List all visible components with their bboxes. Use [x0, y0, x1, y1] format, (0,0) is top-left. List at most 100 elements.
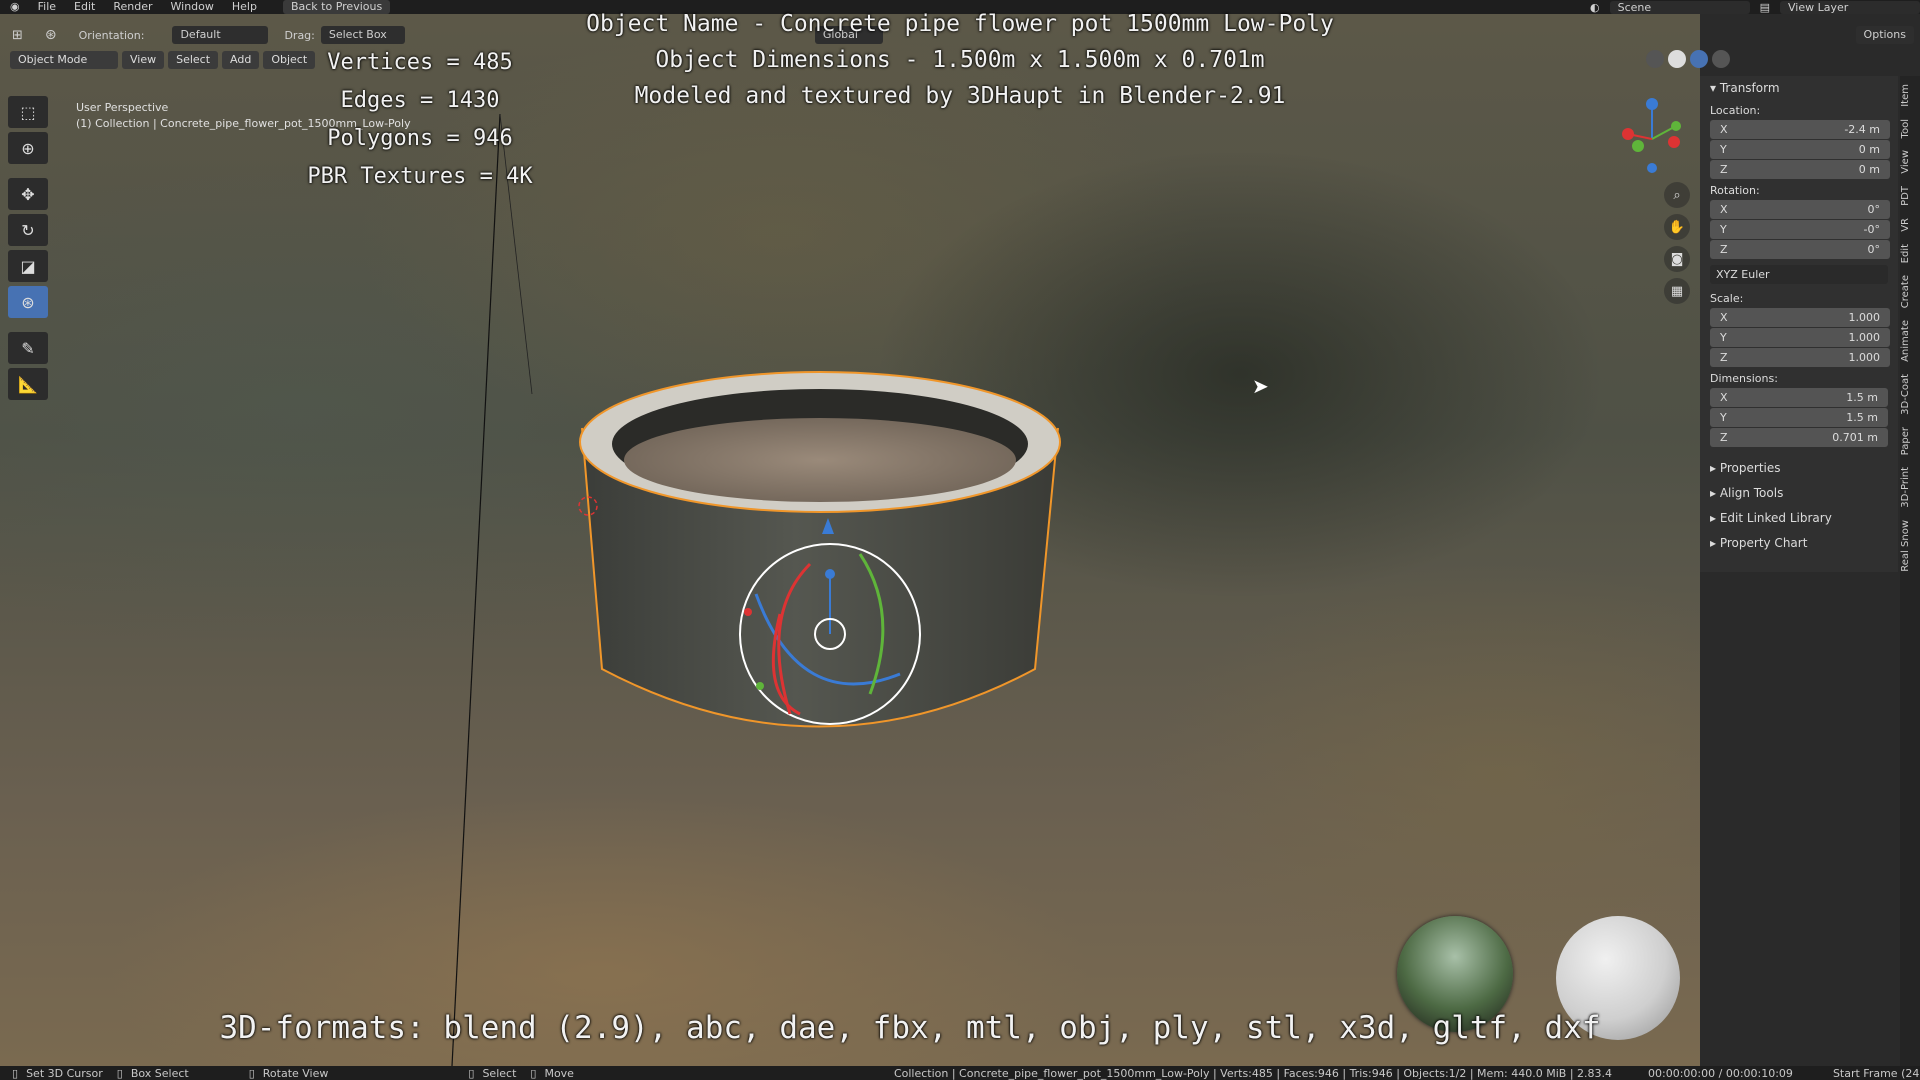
editor-type-icon[interactable]: ⊞ [12, 28, 23, 43]
mouse-drag-icon: ▯ [116, 1066, 123, 1080]
blender-window: ◉ File Edit Render Window Help Back to P… [0, 0, 1920, 1080]
tab-edit[interactable]: Edit [1900, 240, 1920, 267]
tab-tool[interactable]: Tool [1900, 115, 1920, 142]
annotate-tool-icon[interactable]: ✎ [8, 332, 48, 364]
scale-z-field[interactable]: Z1.000🔓 [1710, 348, 1910, 367]
select-menu[interactable]: Select [168, 51, 219, 69]
tool-shelf: ⬚ ⊕ ✥ ↻ ◪ ⊛ ✎ 📐 [8, 96, 48, 400]
view-menu[interactable]: View [122, 51, 165, 69]
rotate-tool-icon[interactable]: ↻ [8, 214, 48, 246]
formats-text: 3D-formats: blend (2.9), abc, dae, fbx, … [219, 1010, 1601, 1046]
object-mode-dropdown[interactable]: Object Mode [10, 51, 118, 69]
view-layer-field[interactable]: View Layer [1780, 0, 1920, 14]
back-to-previous-button[interactable]: Back to Previous [282, 0, 391, 14]
polygons-count: Polygons = 946 [327, 126, 513, 151]
scene-render [451, 113, 1061, 1066]
options-dropdown[interactable]: Options [1855, 26, 1914, 44]
active-tool-icon[interactable]: ⊛ [45, 27, 57, 43]
mouse-right-icon: ▯ [468, 1066, 475, 1080]
property-chart-title: Property Chart [1719, 536, 1808, 550]
tab-vr[interactable]: VR [1900, 214, 1920, 236]
rotation-z-field[interactable]: Z0°🔓 [1710, 240, 1910, 259]
scale-y-field[interactable]: Y1.000🔓 [1710, 328, 1910, 347]
view-layer-icon[interactable]: ▤ [1760, 1, 1770, 14]
scale-tool-icon[interactable]: ◪ [8, 250, 48, 282]
rotation-y-field[interactable]: Y-0°🔓 [1710, 220, 1910, 239]
menu-render[interactable]: Render [113, 0, 152, 14]
edges-count: Edges = 1430 [340, 88, 500, 113]
tab-create[interactable]: Create [1900, 271, 1920, 312]
tab-3d-coat[interactable]: 3D-Coat [1900, 370, 1920, 419]
location-z-field[interactable]: Z0 m🔓 [1710, 160, 1910, 179]
rendered-shading-icon[interactable] [1712, 50, 1730, 68]
edit-linked-library-section[interactable]: ▸ Edit Linked Library [1700, 506, 1898, 531]
credit-text: Modeled and textured by 3DHaupt in Blend… [634, 83, 1286, 109]
3d-viewport[interactable]: ⌕ ✋ ◙ ▦ ⬚ ⊕ ✥ ↻ ◪ ⊛ ✎ 📐 User Perspective… [0, 14, 1700, 1066]
align-tools-title: Align Tools [1719, 486, 1784, 500]
menu-window[interactable]: Window [171, 0, 214, 14]
tab-view[interactable]: View [1900, 146, 1920, 178]
ortho-grid-icon[interactable]: ▦ [1664, 278, 1690, 304]
drag-label: Drag: [284, 28, 315, 42]
blender-logo-icon[interactable]: ◉ [10, 0, 20, 14]
scale-x-field[interactable]: X1.000🔓 [1710, 308, 1910, 327]
light-line [451, 113, 501, 1066]
pot-soil [624, 418, 1016, 502]
wireframe-shading-icon[interactable] [1646, 50, 1664, 68]
properties-section[interactable]: ▸ Properties [1700, 456, 1898, 481]
location-y-field[interactable]: Y0 m🔓 [1710, 140, 1910, 159]
zoom-icon[interactable]: ⌕ [1664, 182, 1690, 208]
menu-file[interactable]: File [38, 0, 56, 14]
vertices-count: Vertices = 485 [327, 50, 513, 75]
dimensions-x-field[interactable]: X 1.5 m [1710, 388, 1888, 407]
scale-label: Scale: [1710, 292, 1744, 305]
transform-tool-icon[interactable]: ⊛ [8, 286, 48, 318]
tab-real-snow[interactable]: Real Snow [1900, 516, 1920, 576]
menu-edit[interactable]: Edit [74, 0, 95, 14]
tab-pdt[interactable]: PDT [1900, 182, 1920, 210]
sidebar-tabs: Item Tool View PDT VR Edit Create Animat… [1900, 76, 1920, 1076]
tab-item[interactable]: Item [1900, 80, 1920, 111]
mesh-stats-overlay: Vertices = 485 Edges = 1430 Polygons = 9… [300, 44, 540, 196]
properties-title: Properties [1719, 461, 1781, 475]
drag-dropdown[interactable]: Select Box [320, 26, 405, 44]
scene-statistics: Collection | Concrete_pipe_flower_pot_15… [893, 1066, 1613, 1080]
orientation-dropdown[interactable]: Default [172, 26, 269, 44]
camera-icon[interactable]: ◙ [1664, 246, 1690, 272]
tab-3d-print[interactable]: 3D-Print [1900, 463, 1920, 512]
navigation-gizmo[interactable] [1612, 94, 1692, 184]
tab-animate[interactable]: Animate [1900, 316, 1920, 366]
cursor-tool-icon[interactable]: ⊕ [8, 132, 48, 164]
viewport-header: Object Mode View Select Add Object [10, 51, 316, 69]
location-x-field[interactable]: X-2.4 m🔓 [1710, 120, 1910, 139]
transform-section-header[interactable]: ▾ Transform [1700, 76, 1898, 100]
move-tool-icon[interactable]: ✥ [8, 178, 48, 210]
property-chart-section[interactable]: ▸ Property Chart [1700, 531, 1898, 556]
rotation-label: Rotation: [1710, 184, 1760, 197]
select-box-icon[interactable]: ⬚ [8, 96, 48, 128]
measure-tool-icon[interactable]: 📐 [8, 368, 48, 400]
tab-paper[interactable]: Paper [1900, 423, 1920, 459]
rotation-mode-dropdown[interactable]: XYZ Euler [1710, 265, 1888, 284]
viewport-nav-buttons: ⌕ ✋ ◙ ▦ [1664, 182, 1690, 304]
top-right-controls: ◐ Scene ▤ View Layer [1590, 0, 1920, 14]
mouse-middle-icon: ▯ [248, 1066, 255, 1080]
edit-linked-library-title: Edit Linked Library [1719, 511, 1832, 525]
pan-hand-icon[interactable]: ✋ [1664, 214, 1690, 240]
add-menu[interactable]: Add [222, 51, 260, 69]
solid-shading-icon[interactable] [1668, 50, 1686, 68]
mouse-move-icon: ▯ [530, 1066, 537, 1080]
align-tools-section[interactable]: ▸ Align Tools [1700, 481, 1898, 506]
menu-help[interactable]: Help [232, 0, 257, 14]
material-shading-icon[interactable] [1690, 50, 1708, 68]
dimensions-z-field[interactable]: Z 0.701 m [1710, 428, 1888, 447]
scene-field[interactable]: Scene [1609, 0, 1750, 14]
dimensions-y-field[interactable]: Y 1.5 m [1710, 408, 1888, 427]
rotation-x-field[interactable]: X0°🔓 [1710, 200, 1910, 219]
main-menu: ◉ File Edit Render Window Help [10, 0, 257, 14]
playback-time: 00:00:00:00 / 00:00:10:09 [1648, 1066, 1793, 1080]
mouse-pointer-icon: ➤ [1252, 374, 1269, 398]
scene-icon[interactable]: ◐ [1590, 1, 1600, 14]
object-name-text: Object Name - Concrete pipe flower pot 1… [586, 11, 1334, 37]
frame-info: Start Frame (249 left) [1832, 1066, 1920, 1080]
